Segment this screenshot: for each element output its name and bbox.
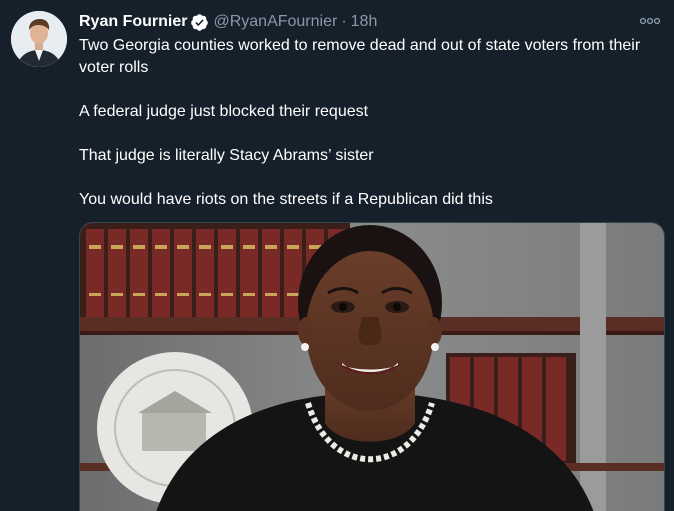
avatar-image bbox=[11, 11, 67, 67]
tweet-text: Two Georgia counties worked to remove de… bbox=[79, 35, 664, 211]
tweet-timestamp[interactable]: 18h bbox=[351, 13, 378, 31]
author-display-name[interactable]: Ryan Fournier bbox=[79, 13, 187, 31]
tweet-text-line: You would have riots on the streets if a… bbox=[79, 191, 493, 208]
tweet-text-line: Two Georgia counties worked to remove de… bbox=[79, 37, 641, 76]
more-options-icon[interactable] bbox=[638, 11, 662, 31]
author-avatar[interactable] bbox=[11, 11, 67, 67]
verified-badge-icon bbox=[190, 13, 209, 32]
tweet-photo[interactable] bbox=[79, 222, 665, 511]
tweet-text-line: That judge is literally Stacy Abrams’ si… bbox=[79, 147, 374, 164]
tweet: Ryan Fournier @RyanAFournier · 18h Two G… bbox=[0, 0, 674, 511]
tweet-text-line: A federal judge just blocked their reque… bbox=[79, 103, 369, 120]
author-handle[interactable]: @RyanAFournier bbox=[213, 13, 337, 31]
header-separator: · bbox=[341, 13, 347, 30]
tweet-header: Ryan Fournier @RyanAFournier · 18h bbox=[79, 11, 377, 33]
judge-portrait-image bbox=[80, 223, 664, 511]
